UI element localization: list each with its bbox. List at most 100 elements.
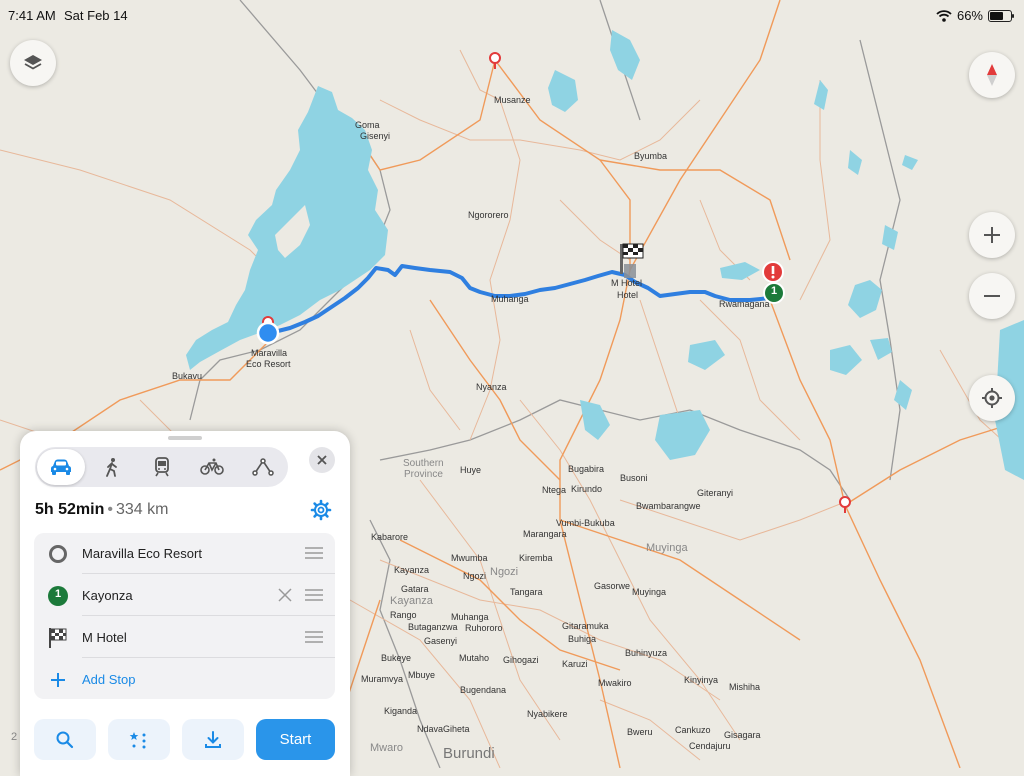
drag-handle-icon[interactable] <box>305 547 323 559</box>
battery-icon <box>988 9 1014 22</box>
add-stop-label: Add Stop <box>82 672 136 687</box>
label-ngozi: Ngozi <box>463 571 487 581</box>
drag-handle-icon[interactable] <box>305 631 323 643</box>
label-busoni: Busoni <box>620 473 648 483</box>
alert-marker <box>762 261 784 283</box>
locate-icon <box>982 388 1002 408</box>
status-time: 7:41 AM <box>8 8 56 23</box>
mode-bike[interactable] <box>188 449 236 485</box>
close-panel-button[interactable] <box>309 447 335 473</box>
label-vumbi-bukuba: Vumbi-Bukuba <box>556 518 615 528</box>
label-ngozi-region: Ngozi <box>490 566 519 578</box>
label-rango: Rango <box>390 610 417 620</box>
remove-stop-icon[interactable] <box>277 587 293 603</box>
gear-icon <box>310 499 332 521</box>
label-bugendana: Bugendana <box>460 685 507 695</box>
stop-name-destination: M Hotel <box>82 630 127 645</box>
car-icon <box>51 459 72 475</box>
label-muyinga-region: Muyinga <box>646 542 688 554</box>
label-tangara: Tangara <box>510 587 543 597</box>
route-distance: 334 km <box>115 501 169 518</box>
mode-custom-route[interactable] <box>239 449 287 485</box>
label-southern: Southern <box>403 458 444 469</box>
label-mwakiro: Mwakiro <box>598 678 632 688</box>
train-icon <box>155 457 169 477</box>
close-icon <box>317 455 327 465</box>
label-cankuzo: Cankuzo <box>675 725 711 735</box>
label-ruhororo: Ruhororo <box>465 623 503 633</box>
stop-row-waypoint[interactable]: 1 Kayonza <box>34 575 335 616</box>
locate-button[interactable] <box>969 375 1015 421</box>
summary-separator: • <box>107 501 113 518</box>
label-bweru: Bweru <box>627 727 653 737</box>
compass-icon <box>987 64 997 86</box>
label-byumba: Byumba <box>634 151 668 161</box>
start-navigation-button[interactable]: Start <box>256 719 335 760</box>
status-right: 66% <box>936 8 1014 23</box>
compass-button[interactable] <box>969 52 1015 98</box>
stop-row-origin[interactable]: Maravilla Eco Resort <box>34 533 335 574</box>
stop-row-destination[interactable]: M Hotel <box>34 617 335 658</box>
label-gasorwe: Gasorwe <box>594 581 631 591</box>
label-province: Province <box>404 469 443 480</box>
search-button[interactable] <box>34 719 96 760</box>
route-settings-button[interactable] <box>310 499 332 526</box>
label-muramvya: Muramvya <box>361 674 404 684</box>
star-list-icon <box>129 731 146 748</box>
label-karuzi: Karuzi <box>562 659 588 669</box>
label-muhanga-bi: Muhanga <box>451 612 489 622</box>
label-eco-resort: Eco Resort <box>246 359 291 369</box>
label-gisagara: Gisagara <box>724 730 761 740</box>
label-cendajuru: Cendajuru <box>689 741 731 751</box>
label-musanze: Musanze <box>494 95 531 105</box>
label-ndava: Ndava <box>417 724 444 734</box>
add-stop-row[interactable]: Add Stop <box>34 659 335 700</box>
label-muhanga: Muhanga <box>491 294 529 304</box>
label-huye: Huye <box>460 465 482 475</box>
layers-button[interactable] <box>10 40 56 86</box>
label-bukeye: Bukeye <box>381 653 412 663</box>
label-giheta: Giheta <box>443 724 470 734</box>
transport-mode-selector <box>35 447 288 487</box>
walk-icon <box>105 458 117 477</box>
zoom-in-button[interactable] <box>969 212 1015 258</box>
label-nyanza: Nyanza <box>476 382 507 392</box>
label-bukavu: Bukavu <box>172 371 203 381</box>
mode-car[interactable] <box>37 449 86 485</box>
download-button[interactable] <box>182 719 244 760</box>
layers-icon <box>24 55 42 70</box>
label-marangara: Marangara <box>523 529 567 539</box>
label-mishiha: Mishiha <box>729 682 761 692</box>
points-of-interest-button[interactable] <box>108 719 170 760</box>
drag-handle-icon[interactable] <box>305 589 323 601</box>
origin-circle-icon <box>49 544 67 563</box>
panel-grabber[interactable] <box>168 436 202 440</box>
route-panel: 5h 52min • 334 km Maravilla Eco Resort 1… <box>20 431 350 776</box>
label-mutaho: Mutaho <box>459 653 490 663</box>
battery-percent: 66% <box>956 8 983 23</box>
label-gihogazi: Gihogazi <box>503 655 539 665</box>
label-maravilla: Maravilla <box>251 348 288 358</box>
zoom-out-button[interactable] <box>969 273 1015 319</box>
label-buhiga: Buhiga <box>568 634 597 644</box>
route-duration: 5h 52min <box>35 501 105 518</box>
stops-list: Maravilla Eco Resort 1 Kayonza M Hotel A… <box>34 533 335 699</box>
route-summary: 5h 52min • 334 km <box>35 501 168 519</box>
label-m-hotel: M Hotel <box>611 278 643 288</box>
search-icon <box>56 731 74 748</box>
label-muyinga: Muyinga <box>632 587 667 597</box>
label-mwumba: Mwumba <box>451 553 488 563</box>
label-giteranyi: Giteranyi <box>697 488 734 498</box>
label-kabarore: Kabarore <box>371 532 409 542</box>
mode-transit[interactable] <box>138 449 186 485</box>
label-kiganda: Kiganda <box>384 706 418 716</box>
label-kirundo: Kirundo <box>571 484 603 494</box>
mode-walk[interactable] <box>87 449 135 485</box>
label-m-hotel-2: Hotel <box>617 290 639 300</box>
label-butaganzwa: Butaganzwa <box>408 622 458 632</box>
label-nyabikere: Nyabikere <box>527 709 568 719</box>
label-ngororero: Ngororero <box>468 210 509 220</box>
label-kayanza: Kayanza <box>394 565 430 575</box>
label-mbuye: Mbuye <box>408 670 436 680</box>
download-icon <box>205 730 221 748</box>
